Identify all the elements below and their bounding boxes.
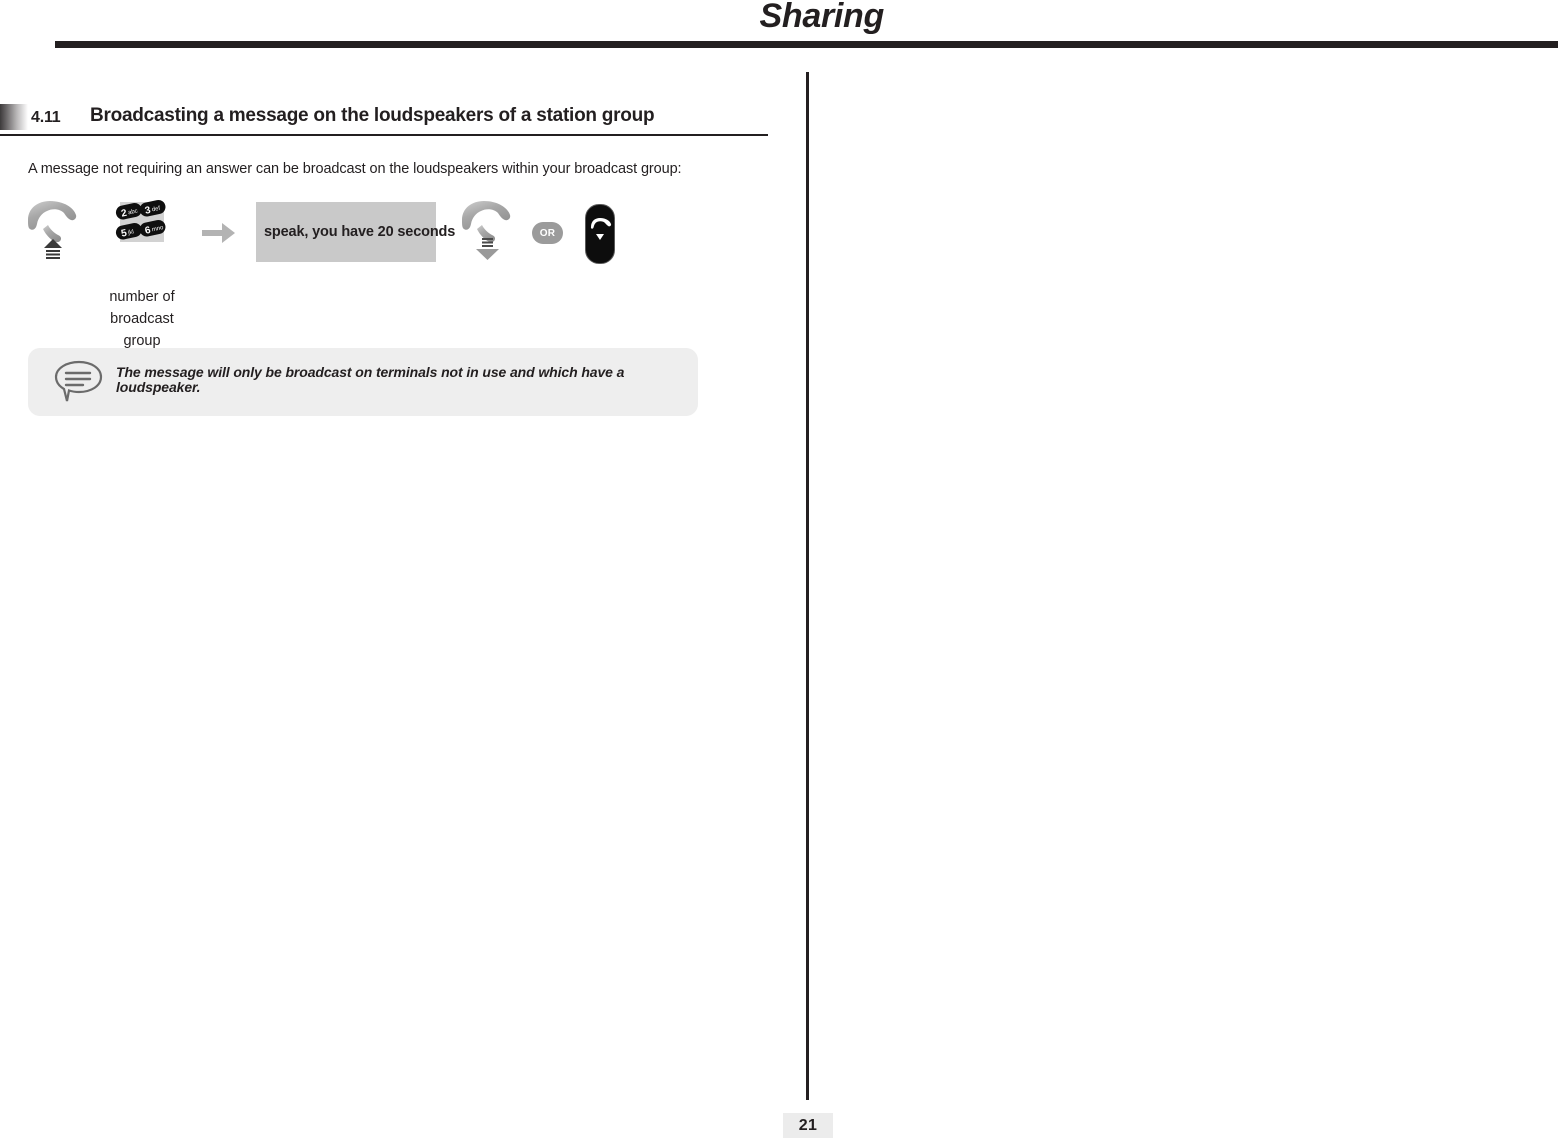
action-sequence-row: 2 abc 3 def 5 jkl 6 mno number of broadc… (24, 198, 784, 349)
release-key-icon (585, 204, 615, 264)
section-title: Broadcasting a message on the loudspeake… (90, 105, 655, 126)
lift-handset-icon-wrap (24, 198, 86, 270)
sequence-step-arrow (202, 220, 236, 251)
display-prompt-text: speak, you have 20 seconds (264, 224, 456, 240)
sequence-step-release-key (585, 204, 615, 264)
speech-bubble-icon (54, 360, 103, 402)
sequence-step-dial-number: 2 abc 3 def 5 jkl 6 mno number of broadc… (109, 198, 192, 352)
sequence-step-or: OR (532, 222, 563, 244)
right-arrow-icon (202, 223, 235, 243)
display-prompt-box: speak, you have 20 seconds (256, 202, 455, 262)
intro-paragraph: A message not requiring an answer can be… (28, 161, 682, 177)
hang-up-handset-icon (462, 201, 511, 260)
header-rule (55, 41, 1558, 48)
column-divider (806, 72, 809, 1100)
sequence-step-lift-handset (24, 198, 124, 278)
release-key-glyph (590, 218, 612, 240)
page-number: 21 (798, 1116, 818, 1134)
hang-up-handset-icon-wrap (458, 198, 520, 270)
section-marker-gradient-bar (0, 104, 28, 130)
page-running-header: Sharing (759, 0, 885, 35)
section-underline (0, 134, 768, 136)
keypad-icon: 2 abc 3 def 5 jkl 6 mno (115, 200, 166, 242)
keypad-icon-wrap: 2 abc 3 def 5 jkl 6 mno (114, 198, 170, 270)
note-text: The message will only be broadcast on te… (116, 364, 625, 395)
section-heading: 4.11 Broadcasting a message on the louds… (0, 104, 790, 140)
or-badge: OR (532, 222, 563, 244)
note-callout: The message will only be broadcast on te… (28, 348, 698, 416)
page-number-box: 21 (783, 1113, 833, 1138)
step-caption-number-of-broadcast-group: number of broadcast group (109, 289, 175, 349)
section-number: 4.11 (31, 109, 61, 126)
lift-handset-icon (28, 201, 77, 259)
